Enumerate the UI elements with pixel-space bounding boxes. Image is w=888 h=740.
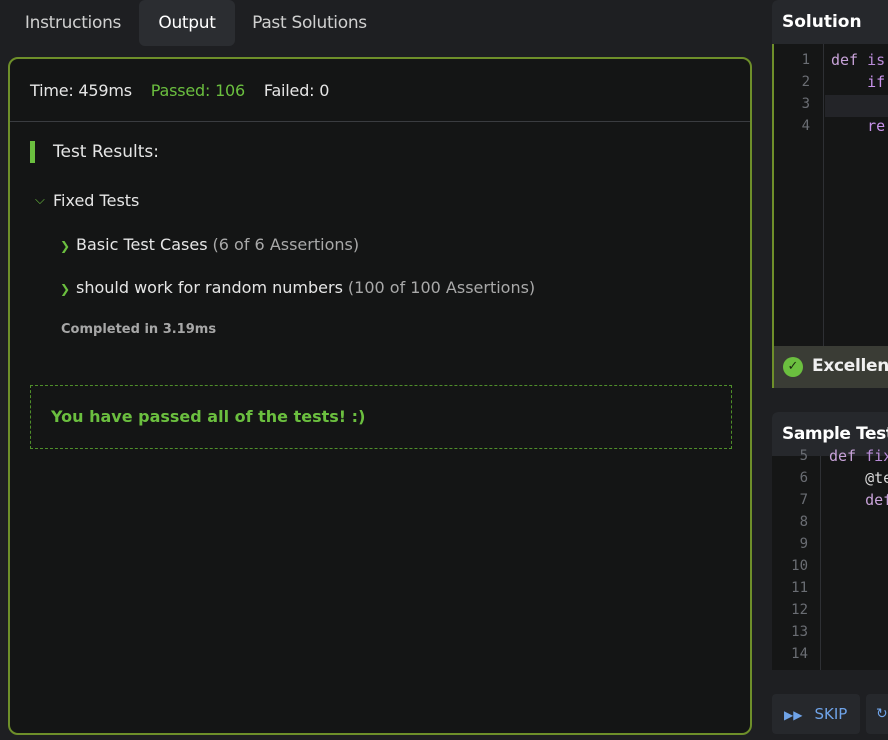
skip-button[interactable]: ▶▶ SKIP — [772, 694, 860, 734]
failed-stat: Failed: 0 — [263, 81, 330, 100]
tab-past-solutions[interactable]: Past Solutions — [242, 0, 377, 46]
line-number: 4 — [801, 118, 810, 134]
chevron-right-icon: ❯ — [60, 282, 71, 296]
line-number: 14 — [791, 646, 808, 662]
assertion-count: (100 of 100 Assertions) — [347, 278, 536, 297]
code-line: re — [831, 117, 886, 135]
fixed-tests-group[interactable]: ⌵ Fixed Tests — [35, 191, 139, 210]
line-number: 1 — [801, 52, 810, 68]
test-case-random[interactable]: ❯ should work for random numbers (100 of… — [60, 278, 535, 297]
code-line: def — [829, 491, 888, 509]
test-results-heading: Test Results: — [30, 141, 159, 163]
group-label: Fixed Tests — [53, 191, 140, 210]
tab-instructions[interactable]: Instructions — [14, 0, 132, 46]
sample-tests-editor[interactable]: 5 6 7 8 9 10 11 12 13 14 def fix @te def — [772, 447, 888, 670]
solution-title: Solution — [772, 0, 888, 44]
action-bar: ▶▶ SKIP ↻ — [772, 694, 888, 734]
line-number: 9 — [799, 536, 808, 552]
pass-message-box: You have passed all of the tests! :) — [30, 385, 732, 449]
test-case-basic[interactable]: ❯ Basic Test Cases (6 of 6 Assertions) — [60, 235, 359, 254]
tab-output[interactable]: Output — [139, 0, 235, 46]
line-number: 8 — [799, 514, 808, 530]
reset-icon: ↻ — [876, 706, 888, 722]
divider — [10, 121, 750, 122]
line-number: 3 — [801, 96, 810, 112]
line-number: 7 — [799, 492, 808, 508]
code-line: def is — [831, 51, 886, 69]
code-line: if — [831, 73, 886, 91]
line-number: 10 — [791, 558, 808, 574]
reset-button[interactable]: ↻ — [866, 694, 888, 734]
code-line: @te — [829, 469, 888, 487]
test-case-label: Basic Test Cases — [76, 235, 208, 254]
line-number: 11 — [791, 580, 808, 596]
status-bar: ✓ Excellent — [772, 346, 888, 388]
line-number: 5 — [799, 448, 808, 464]
output-panel: Time: 459ms Passed: 106 Failed: 0 Test R… — [8, 57, 752, 735]
fast-forward-icon: ▶▶ — [784, 708, 803, 722]
status-text: Excellent — [812, 356, 888, 376]
line-gutter: 1 2 3 4 — [774, 44, 824, 346]
pass-message: You have passed all of the tests! :) — [51, 407, 366, 426]
line-number: 13 — [791, 624, 808, 640]
test-stats: Time: 459ms Passed: 106 Failed: 0 — [30, 81, 343, 100]
line-gutter: 5 6 7 8 9 10 11 12 13 14 — [772, 448, 821, 670]
assertion-count: (6 of 6 Assertions) — [212, 235, 360, 254]
check-circle-icon: ✓ — [783, 357, 803, 377]
sample-tests-panel: Sample Tests 5 6 7 8 9 10 11 12 13 14 de… — [772, 412, 888, 670]
chevron-down-icon: ⌵ — [35, 193, 45, 208]
passed-stat: Passed: 106 — [150, 81, 246, 100]
tab-bar: Instructions Output Past Solutions — [0, 0, 770, 48]
solution-editor[interactable]: 1 2 3 4 def is if re — [772, 44, 888, 346]
line-number: 2 — [801, 74, 810, 90]
skip-label: SKIP — [814, 705, 848, 723]
current-line-highlight — [825, 95, 888, 117]
solution-panel: Solution 1 2 3 4 def is if re ✓ Excellen… — [772, 0, 888, 388]
chevron-right-icon: ❯ — [60, 239, 71, 253]
line-number: 12 — [791, 602, 808, 618]
code-line: def fix — [829, 447, 888, 465]
time-stat: Time: 459ms — [30, 81, 132, 100]
line-number: 6 — [799, 470, 808, 486]
completed-time: Completed in 3.19ms — [61, 322, 217, 337]
test-case-label: should work for random numbers — [76, 278, 343, 297]
